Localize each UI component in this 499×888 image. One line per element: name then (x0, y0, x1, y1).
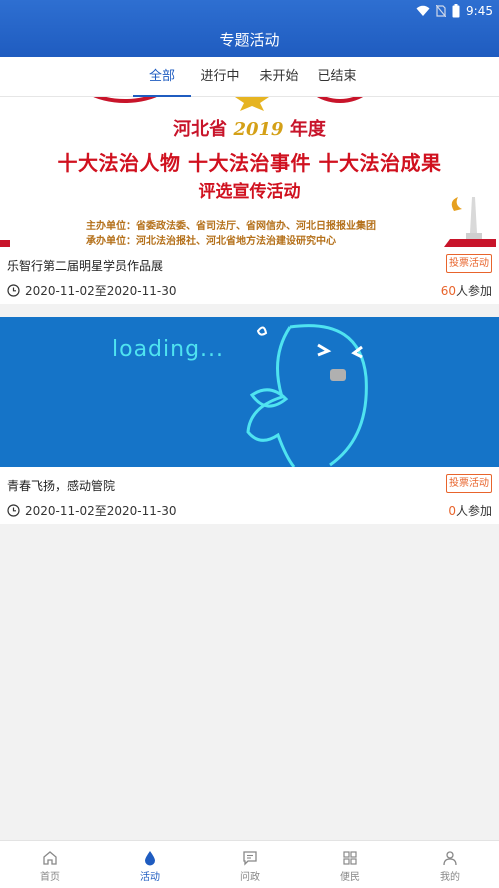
banner-headline: 十大法治人物 十大法治事件 十大法治成果 (57, 151, 442, 175)
clock-icon (7, 504, 20, 517)
participant-number: 60 (440, 284, 456, 298)
tabbar-mine[interactable]: 我的 (400, 841, 499, 888)
participant-count: 60人参加 (441, 282, 492, 299)
tab-upcoming[interactable]: 未开始 (254, 57, 304, 97)
vote-badge: 投票活动 (446, 254, 492, 273)
banner-year-line: 河北省 2019 年度 (173, 119, 326, 140)
tabbar-label: 我的 (440, 872, 460, 883)
no-sim-icon (436, 5, 447, 17)
loading-mascot-icon (246, 324, 368, 467)
app-header: 9:45 专题活动 (0, 0, 499, 57)
activity-date: 2020-11-02至2020-11-30 (7, 282, 176, 299)
vote-badge: 投票活动 (446, 474, 492, 493)
banner-subheadline: 评选宣传活动 (198, 182, 301, 202)
filter-tabs: 全部 进行中 未开始 已结束 (0, 57, 499, 97)
activity-date: 2020-11-02至2020-11-30 (7, 502, 176, 519)
battery-icon (452, 4, 460, 18)
star-icon (235, 97, 269, 111)
participant-suffix: 人参加 (455, 284, 492, 298)
activity-date-text: 2020-11-02至2020-11-30 (25, 284, 177, 298)
activity-card[interactable]: loading... 青春飞扬，感动管院 投票活动 2020-11-02至202… (0, 317, 499, 524)
home-icon (43, 851, 57, 865)
tabbar-home[interactable]: 首页 (0, 841, 100, 888)
tab-ended[interactable]: 已结束 (312, 57, 362, 97)
activity-card[interactable]: 河北省 2019 年度 十大法治人物 十大法治事件 十大法治成果 评选宣传活动 … (0, 97, 499, 304)
decor-arch (70, 97, 180, 103)
activity-banner-image[interactable]: loading... (0, 317, 499, 467)
tabbar-label: 活动 (140, 872, 160, 883)
user-icon (443, 851, 457, 866)
decor-ribbon (0, 240, 10, 247)
bottom-tab-bar: 首页 活动 问政 便民 我的 (0, 840, 499, 888)
activity-banner-image[interactable]: 河北省 2019 年度 十大法治人物 十大法治事件 十大法治成果 评选宣传活动 … (0, 97, 499, 247)
tabbar-label: 首页 (40, 872, 60, 883)
drop-icon (145, 851, 155, 866)
tabbar-label: 便民 (340, 872, 360, 883)
participant-suffix: 人参加 (455, 504, 492, 518)
message-icon (243, 851, 257, 866)
participant-count: 0人参加 (448, 502, 492, 519)
clock-icon (7, 284, 20, 297)
loading-placeholder-text: loading... (112, 337, 225, 362)
tabbar-label: 问政 (240, 872, 260, 883)
tab-ongoing[interactable]: 进行中 (195, 57, 245, 97)
tabbar-services[interactable]: 便民 (300, 841, 400, 888)
activity-title: 乐智行第二届明星学员作品展 (7, 259, 164, 273)
grid-icon (343, 851, 357, 865)
status-bar: 9:45 (416, 2, 493, 20)
activity-date-text: 2020-11-02至2020-11-30 (25, 504, 177, 518)
clock: 9:45 (466, 4, 493, 18)
participant-number: 0 (448, 504, 456, 518)
monument-icon (444, 197, 496, 247)
banner-organizer: 主办单位：省委政法委、省司法厅、省网信办、河北日报报业集团 (86, 221, 376, 232)
activity-title: 青春飞扬，感动管院 (7, 479, 116, 493)
wifi-icon (416, 5, 430, 16)
tab-all[interactable]: 全部 (133, 57, 191, 97)
page-title: 专题活动 (219, 31, 280, 49)
banner-co-organizer: 承办单位：河北法治报社、河北省地方法治建设研究中心 (86, 236, 336, 247)
tabbar-inquiry[interactable]: 问政 (200, 841, 300, 888)
tabbar-activity[interactable]: 活动 (100, 841, 200, 888)
decor-arch (300, 97, 380, 103)
